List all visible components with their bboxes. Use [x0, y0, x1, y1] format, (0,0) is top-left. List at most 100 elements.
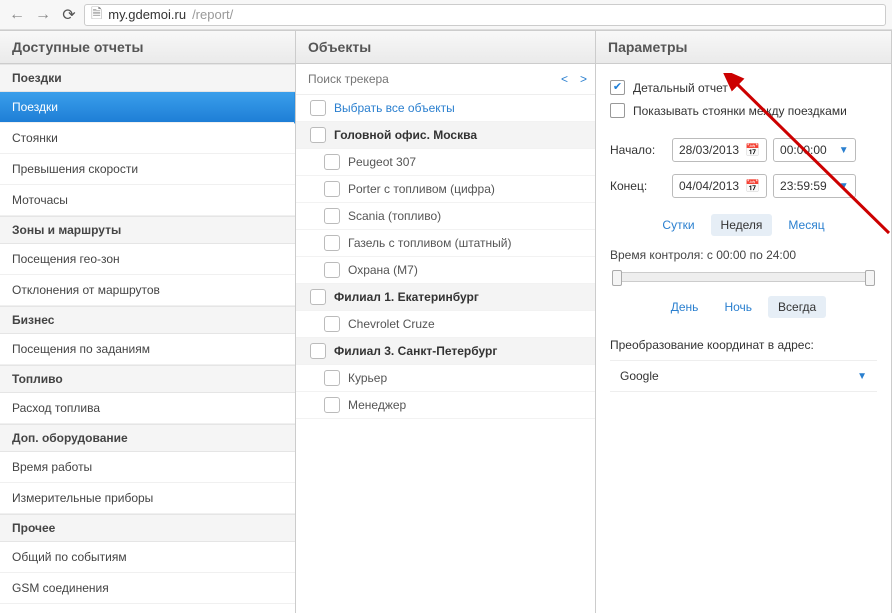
- object-group-row[interactable]: Головной офис. Москва: [296, 122, 595, 149]
- reload-button[interactable]: ⟳: [58, 4, 80, 26]
- checkbox[interactable]: [310, 289, 326, 305]
- geocoder-select[interactable]: Google ▼: [610, 360, 877, 392]
- object-label: Газель с топливом (штатный): [348, 236, 512, 250]
- checkbox[interactable]: [324, 316, 340, 332]
- object-item-row[interactable]: Газель с топливом (штатный): [296, 230, 595, 257]
- detailed-report-checkbox[interactable]: Детальный отчет: [610, 76, 877, 99]
- object-item-row[interactable]: Scania (топливо): [296, 203, 595, 230]
- time-slider[interactable]: [612, 272, 875, 282]
- object-item-row[interactable]: Porter с топливом (цифра): [296, 176, 595, 203]
- object-label: Охрана (М7): [348, 263, 418, 277]
- object-label: Филиал 1. Екатеринбург: [334, 290, 479, 304]
- show-stops-label: Показывать стоянки между поездками: [633, 104, 847, 118]
- object-label: Головной офис. Москва: [334, 128, 477, 142]
- browser-toolbar: ← → ⟳ 🗎 my.gdemoi.ru/report/: [0, 0, 892, 30]
- select-all-label: Выбрать все объекты: [334, 101, 455, 115]
- object-item-row[interactable]: Курьер: [296, 365, 595, 392]
- start-time-input[interactable]: 00:00:00 ▼: [773, 138, 856, 162]
- report-item[interactable]: Измерительные приборы: [0, 483, 295, 514]
- period-day[interactable]: День: [661, 296, 709, 318]
- checkbox[interactable]: [324, 370, 340, 386]
- period-night[interactable]: Ночь: [714, 296, 762, 318]
- checkbox[interactable]: [324, 154, 340, 170]
- checkbox[interactable]: [324, 235, 340, 251]
- object-group-row[interactable]: Филиал 3. Санкт-Петербург: [296, 338, 595, 365]
- chevron-down-icon: ▼: [839, 181, 849, 192]
- report-item[interactable]: Стоянки: [0, 123, 295, 154]
- report-group-header: Зоны и маршруты: [0, 216, 295, 244]
- report-item[interactable]: Отклонения от маршрутов: [0, 275, 295, 306]
- chevron-down-icon: ▼: [857, 371, 867, 382]
- slider-handle-start[interactable]: [612, 270, 622, 286]
- slider-handle-end[interactable]: [865, 270, 875, 286]
- report-item[interactable]: Посещения гео-зон: [0, 244, 295, 275]
- chevron-down-icon: ▼: [839, 145, 849, 156]
- control-time-label: Время контроля: с 00:00 по 24:00: [610, 242, 877, 266]
- range-day[interactable]: Сутки: [652, 214, 704, 236]
- start-date-input[interactable]: 28/03/2013 📅: [672, 138, 767, 162]
- show-stops-checkbox[interactable]: Показывать стоянки между поездками: [610, 99, 877, 122]
- back-button[interactable]: ←: [6, 4, 28, 26]
- report-group-header: Топливо: [0, 365, 295, 393]
- report-group-header: Доп. оборудование: [0, 424, 295, 452]
- checkbox[interactable]: [310, 127, 326, 143]
- object-item-row[interactable]: Менеджер: [296, 392, 595, 419]
- end-date-input[interactable]: 04/04/2013 📅: [672, 174, 767, 198]
- range-month[interactable]: Месяц: [778, 214, 834, 236]
- report-item[interactable]: Расход топлива: [0, 393, 295, 424]
- checkbox-icon: [610, 80, 625, 95]
- range-week[interactable]: Неделя: [711, 214, 773, 236]
- object-item-row[interactable]: Chevrolet Cruze: [296, 311, 595, 338]
- checkbox-icon: [610, 103, 625, 118]
- report-item[interactable]: Поездки: [0, 92, 295, 123]
- checkbox[interactable]: [324, 397, 340, 413]
- object-label: Менеджер: [348, 398, 406, 412]
- forward-button[interactable]: →: [32, 4, 54, 26]
- object-label: Chevrolet Cruze: [348, 317, 435, 331]
- start-date-value: 28/03/2013: [679, 143, 739, 157]
- detailed-report-label: Детальный отчет: [633, 81, 728, 95]
- object-group-row[interactable]: Филиал 1. Екатеринбург: [296, 284, 595, 311]
- end-time-input[interactable]: 23:59:59 ▼: [773, 174, 856, 198]
- coord-transform-label: Преобразование координат в адрес:: [610, 324, 877, 358]
- report-item[interactable]: Время работы: [0, 452, 295, 483]
- start-time-value: 00:00:00: [780, 143, 827, 157]
- calendar-icon: 📅: [745, 179, 760, 193]
- period-always[interactable]: Всегда: [768, 296, 826, 318]
- report-item[interactable]: Превышения скорости: [0, 154, 295, 185]
- objects-tree: Головной офис. Москва Peugeot 307 Porter с…: [296, 122, 595, 613]
- report-item[interactable]: Общий по событиям: [0, 542, 295, 573]
- end-time-value: 23:59:59: [780, 179, 827, 193]
- objects-panel: Объекты < > Выбрать все объекты Головной…: [296, 31, 596, 613]
- checkbox[interactable]: [324, 208, 340, 224]
- calendar-icon: 📅: [745, 143, 760, 157]
- report-item[interactable]: Посещения по заданиям: [0, 334, 295, 365]
- object-item-row[interactable]: Охрана (М7): [296, 257, 595, 284]
- pager-prev[interactable]: <: [559, 72, 570, 86]
- object-label: Курьер: [348, 371, 387, 385]
- start-label: Начало:: [610, 143, 666, 157]
- reports-panel: Доступные отчеты ПоездкиПоездкиСтоянкиПр…: [0, 31, 296, 613]
- params-header: Параметры: [596, 31, 891, 64]
- search-input[interactable]: [306, 68, 551, 90]
- checkbox[interactable]: [324, 262, 340, 278]
- pager-next[interactable]: >: [578, 72, 589, 86]
- report-item[interactable]: GSM соединения: [0, 573, 295, 604]
- end-date-value: 04/04/2013: [679, 179, 739, 193]
- report-group-header: Прочее: [0, 514, 295, 542]
- object-label: Peugeot 307: [348, 155, 416, 169]
- checkbox[interactable]: [310, 343, 326, 359]
- select-all-checkbox[interactable]: [310, 100, 326, 116]
- end-label: Конец:: [610, 179, 666, 193]
- checkbox[interactable]: [324, 181, 340, 197]
- geocoder-value: Google: [620, 369, 659, 383]
- select-all-row[interactable]: Выбрать все объекты: [296, 95, 595, 122]
- object-item-row[interactable]: Peugeot 307: [296, 149, 595, 176]
- address-bar[interactable]: 🗎 my.gdemoi.ru/report/: [84, 4, 886, 26]
- params-panel: Параметры Детальный отчет Показывать сто…: [596, 31, 892, 613]
- report-item[interactable]: Моточасы: [0, 185, 295, 216]
- reports-list: ПоездкиПоездкиСтоянкиПревышения скорости…: [0, 64, 295, 613]
- report-group-header: Бизнес: [0, 306, 295, 334]
- url-host: my.gdemoi.ru: [108, 7, 186, 22]
- objects-header: Объекты: [296, 31, 595, 64]
